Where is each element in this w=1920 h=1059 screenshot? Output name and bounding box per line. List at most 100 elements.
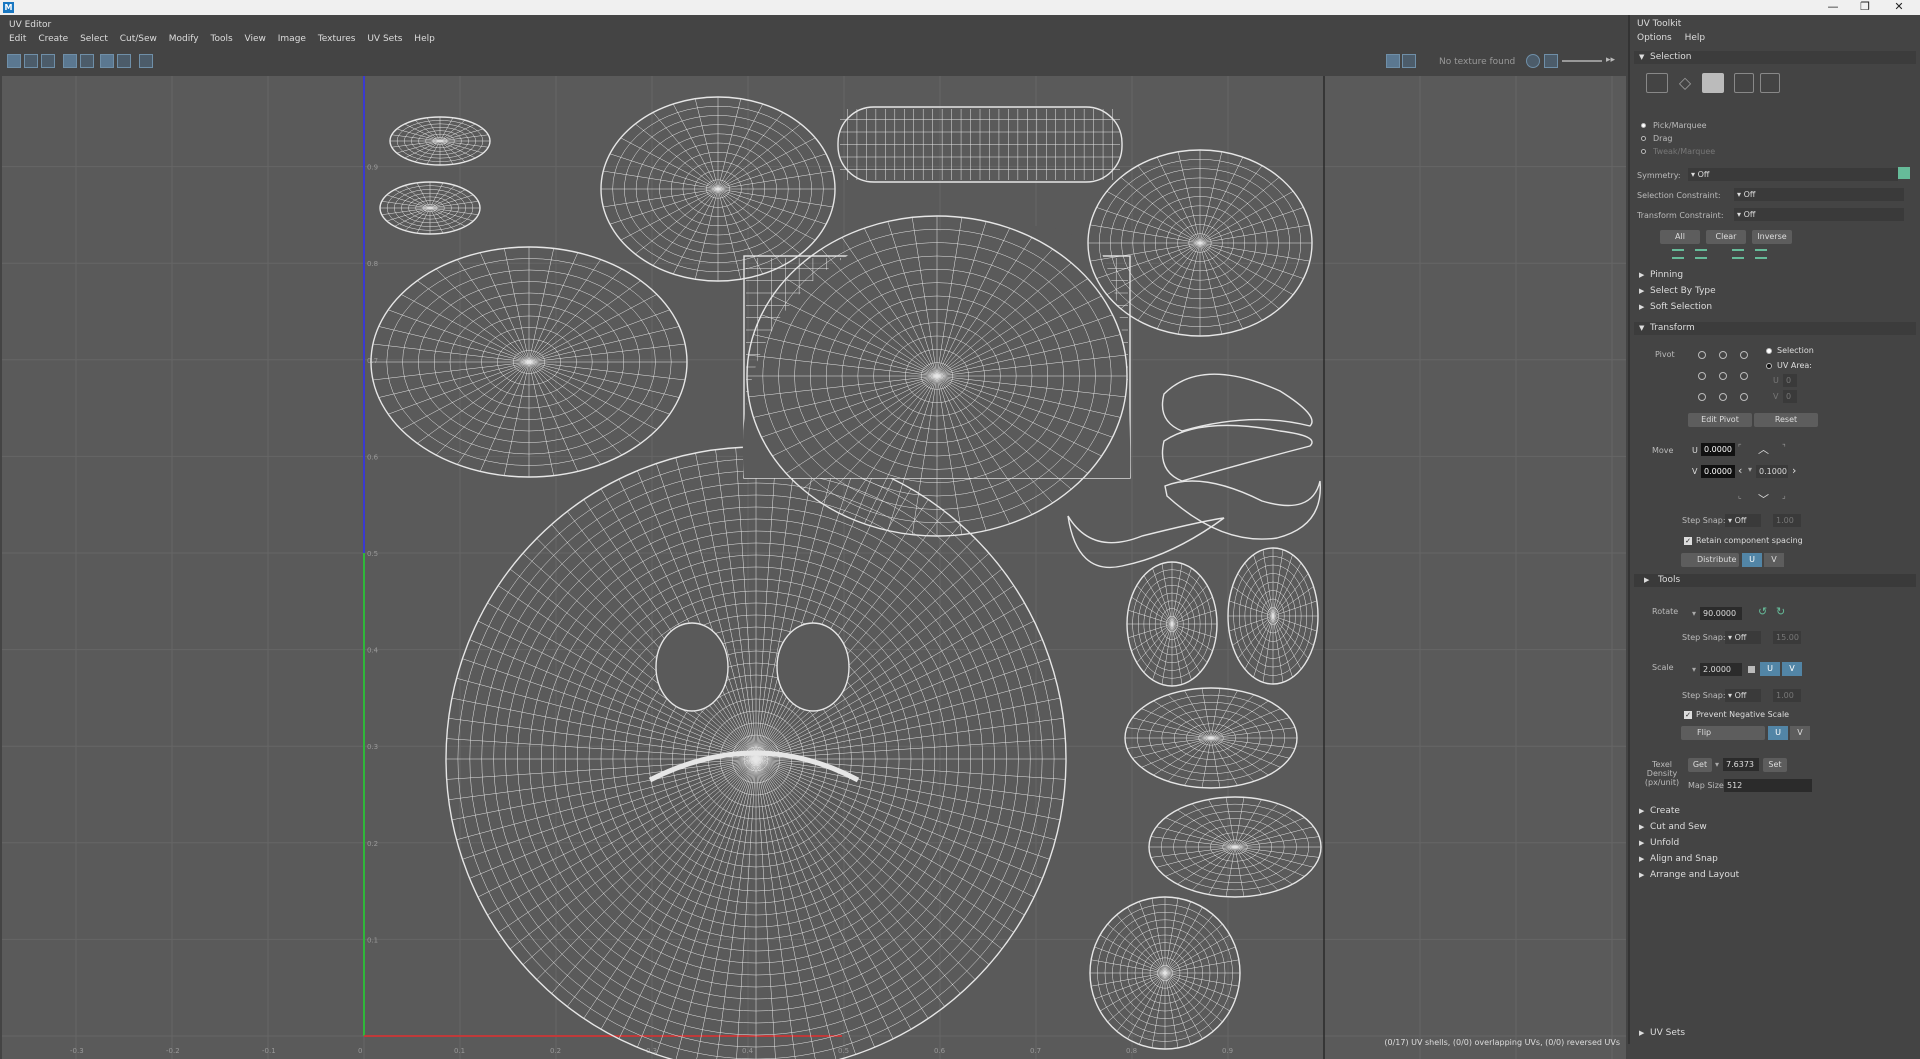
rotate-step-snap-field[interactable]: 15.00 xyxy=(1773,631,1801,644)
select-all-button[interactable]: All xyxy=(1660,230,1700,244)
section-align-and-snap[interactable]: ▶ Align and Snap xyxy=(1634,853,1916,866)
jaw-uv-shell-2[interactable] xyxy=(1148,796,1322,898)
scale-step-snap-dropdown[interactable]: ▾ Off xyxy=(1725,689,1761,702)
menu-image[interactable]: Image xyxy=(278,32,306,46)
pivot-bc-radio[interactable] xyxy=(1719,393,1727,401)
uv-canvas[interactable]: 0.9 0.8 0.7 0.6 0.5 0.4 0.3 0.2 0.1 -0.3 -0.2 -0.1 0… xyxy=(2,76,1626,1059)
section-soft-selection[interactable]: ▶ Soft Selection xyxy=(1634,301,1916,314)
uv-edge-icon[interactable] xyxy=(41,54,55,68)
top-capsule-uv-shell[interactable] xyxy=(837,106,1123,183)
top-octagon-uv-shell[interactable] xyxy=(600,96,836,282)
snapshot-icon[interactable] xyxy=(139,54,153,68)
texel-set-button[interactable]: Set xyxy=(1763,758,1787,772)
texel-dropdown-icon[interactable]: ▾ xyxy=(1715,760,1719,769)
shaded-icon[interactable] xyxy=(80,54,94,68)
move-downleft-icon[interactable]: ⌞ xyxy=(1738,491,1742,500)
section-select-by-type[interactable]: ▶ Select By Type xyxy=(1634,285,1916,298)
scale-field[interactable]: 2.0000 xyxy=(1700,663,1742,676)
move-step-snap-field[interactable]: 1.00 xyxy=(1773,514,1801,527)
move-step-dropdown-icon[interactable]: ▾ xyxy=(1748,465,1752,474)
pivot-tl-radio[interactable] xyxy=(1698,351,1706,359)
map-size-field[interactable]: 512 xyxy=(1724,779,1812,792)
uv-face-icon[interactable] xyxy=(24,54,38,68)
menu-select[interactable]: Select xyxy=(80,32,108,46)
exposure-slider[interactable] xyxy=(1562,60,1602,62)
rotate-step-snap-dropdown[interactable]: ▾ Off xyxy=(1725,631,1761,644)
section-create[interactable]: ▶ Create xyxy=(1634,805,1916,818)
mode-tweak-radio[interactable] xyxy=(1641,149,1646,154)
select-by-component-icon[interactable] xyxy=(1646,73,1668,93)
checker-icon[interactable] xyxy=(1402,54,1416,68)
pivot-u-field[interactable]: 0 xyxy=(1783,374,1797,387)
section-selection[interactable]: ▼ Selection xyxy=(1634,51,1916,64)
rotate-field[interactable]: 90.0000 xyxy=(1700,607,1742,620)
pivot-uv-area-radio[interactable] xyxy=(1766,363,1772,369)
mode-drag-radio[interactable] xyxy=(1641,136,1646,141)
flip-v-toggle[interactable]: V xyxy=(1790,726,1810,740)
reset-pivot-button[interactable]: Reset xyxy=(1754,413,1818,427)
flip-u-toggle[interactable]: U xyxy=(1768,726,1788,740)
distribute-u-toggle[interactable]: U xyxy=(1742,553,1762,567)
scale-u-toggle[interactable]: U xyxy=(1760,662,1780,676)
move-up-icon[interactable]: ︿ xyxy=(1758,441,1769,457)
pivot-selection-radio[interactable] xyxy=(1766,348,1772,354)
grid-icon[interactable] xyxy=(100,54,114,68)
toolkit-menu-help[interactable]: Help xyxy=(1685,33,1706,43)
distribute-v-toggle[interactable]: V xyxy=(1764,553,1784,567)
edit-pivot-button[interactable]: Edit Pivot xyxy=(1688,413,1752,427)
maximize-button[interactable]: ❐ xyxy=(1850,0,1880,15)
scale-dropdown-icon[interactable]: ▾ xyxy=(1692,665,1696,674)
grow-selection-icon[interactable] xyxy=(1672,249,1684,259)
menu-view[interactable]: View xyxy=(245,32,266,46)
pivot-mc-radio[interactable] xyxy=(1719,372,1727,380)
left-large-uv-shell[interactable] xyxy=(370,246,688,478)
section-cut-and-sew[interactable]: ▶ Cut and Sew xyxy=(1634,821,1916,834)
pivot-bl-radio[interactable] xyxy=(1698,393,1706,401)
pixel-snap-icon[interactable] xyxy=(117,54,131,68)
brow-uv-shell-1[interactable] xyxy=(1161,373,1313,432)
uv-shell-icon[interactable] xyxy=(7,54,21,68)
color-icon[interactable] xyxy=(1526,54,1540,68)
texel-density-field[interactable]: 7.6373 xyxy=(1723,758,1759,771)
expand-toolbar-icon[interactable]: ▸▸ xyxy=(1606,55,1620,67)
cap-arch-uv-shell[interactable] xyxy=(746,215,1128,537)
move-down-icon[interactable]: ﹀ xyxy=(1758,491,1769,507)
section-unfold[interactable]: ▶ Unfold xyxy=(1634,837,1916,850)
select-object-icon[interactable] xyxy=(1702,73,1724,93)
prevent-negative-scale-checkbox[interactable]: ✓ xyxy=(1684,711,1692,719)
pivot-tc-radio[interactable] xyxy=(1719,351,1727,359)
menu-create[interactable]: Create xyxy=(38,32,68,46)
scale-link-icon[interactable] xyxy=(1748,666,1755,673)
move-v-field[interactable]: 0.0000 xyxy=(1701,465,1735,478)
brow-uv-shell-3[interactable] xyxy=(1164,480,1321,540)
pivot-ml-radio[interactable] xyxy=(1698,372,1706,380)
symmetry-pin-icon[interactable] xyxy=(1898,167,1910,179)
scale-step-snap-field[interactable]: 1.00 xyxy=(1773,689,1801,702)
jaw-uv-shell-1[interactable] xyxy=(1124,687,1298,789)
mode-pick-radio[interactable] xyxy=(1641,123,1646,128)
wireframe-icon[interactable] xyxy=(63,54,77,68)
selection-constraint-dropdown[interactable]: ▾ Off xyxy=(1734,188,1904,201)
move-step-snap-dropdown[interactable]: ▾ Off xyxy=(1725,514,1761,527)
rotate-cw-icon[interactable]: ↻ xyxy=(1776,605,1785,618)
select-inverse-button[interactable]: Inverse xyxy=(1752,230,1792,244)
move-upright-icon[interactable]: ⌝ xyxy=(1782,443,1786,452)
move-left-icon[interactable]: ‹ xyxy=(1738,464,1742,477)
texel-get-button[interactable]: Get xyxy=(1688,758,1712,772)
move-downright-icon[interactable]: ⌟ xyxy=(1782,491,1786,500)
pivot-v-field[interactable]: 0 xyxy=(1783,390,1797,403)
select-grid-icon[interactable] xyxy=(1760,73,1780,93)
pivot-mr-radio[interactable] xyxy=(1740,372,1748,380)
move-upleft-icon[interactable]: ⌜ xyxy=(1738,443,1742,452)
select-shortest-edge-icon[interactable] xyxy=(1755,249,1767,259)
section-arrange-and-layout[interactable]: ▶ Arrange and Layout xyxy=(1634,869,1916,882)
menu-help[interactable]: Help xyxy=(414,32,435,46)
flip-button[interactable]: Flip xyxy=(1681,726,1765,740)
cheek-uv-shell-left[interactable] xyxy=(1126,561,1218,687)
retain-spacing-checkbox[interactable]: ✓ xyxy=(1684,537,1692,545)
scale-v-toggle[interactable]: V xyxy=(1782,662,1802,676)
section-uv-sets[interactable]: ▶ UV Sets xyxy=(1634,1027,1916,1040)
chin-uv-shell[interactable] xyxy=(1089,896,1241,1050)
menu-tools[interactable]: Tools xyxy=(210,32,232,46)
image-display-icon[interactable] xyxy=(1386,54,1400,68)
